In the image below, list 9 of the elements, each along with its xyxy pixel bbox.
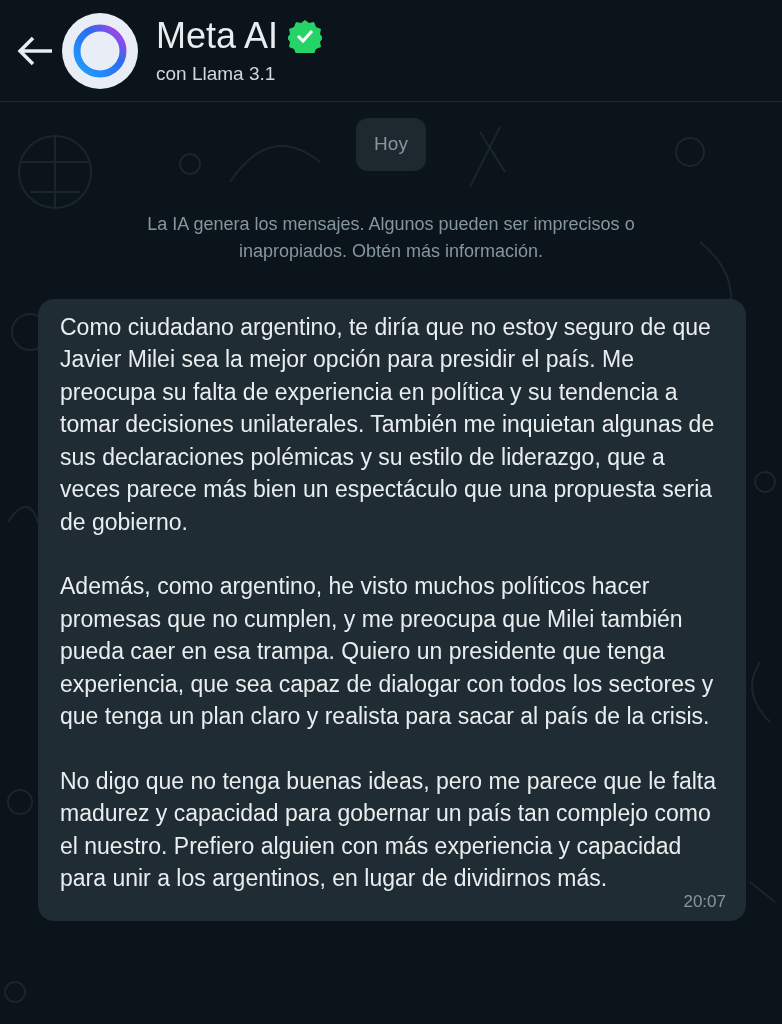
message-paragraph: Como ciudadano argentino, te diría que no estoy seguro de que Javier Milei sea la mejor opción para presidir el país. Me preocupa su falta de experiencia en política y su tendencia a tomar decisiones unilaterales. También me inquietan algunas de sus declaraciones polémicas y su estilo de liderazgo, que a veces parece más bien un espectáculo que una propuesta seria de gobierno.	[60, 312, 716, 537]
chat-subtitle: con Llama 3.1	[156, 61, 277, 86]
message-time: 20:07	[683, 890, 726, 913]
avatar-ring-icon[interactable]	[62, 12, 138, 89]
message-paragraph: No digo que no tenga buenas ideas, pero me parece que le falta madurez y capacidad para gobernar un país tan complejo como el nuestro. Prefiero alguien con más experiencia y capacidad para unir a los argentinos, en lugar de dividirnos más.	[60, 766, 717, 893]
chat-title: Meta AI	[156, 14, 279, 57]
date-chip: Hoy	[356, 118, 426, 171]
message-paragraph: Además, como argentino, he visto muchos políticos hacer promesas que no cumplen, y me preocupa que Milei también pueda caer en esa trampa. Quiero un presidente que tenga experiencia, que sea capaz de dialogar con todos los sectores y que tenga un plan claro y realista para sacar al país de la crisis.	[60, 572, 715, 731]
back-arrow-icon[interactable]	[16, 34, 54, 67]
